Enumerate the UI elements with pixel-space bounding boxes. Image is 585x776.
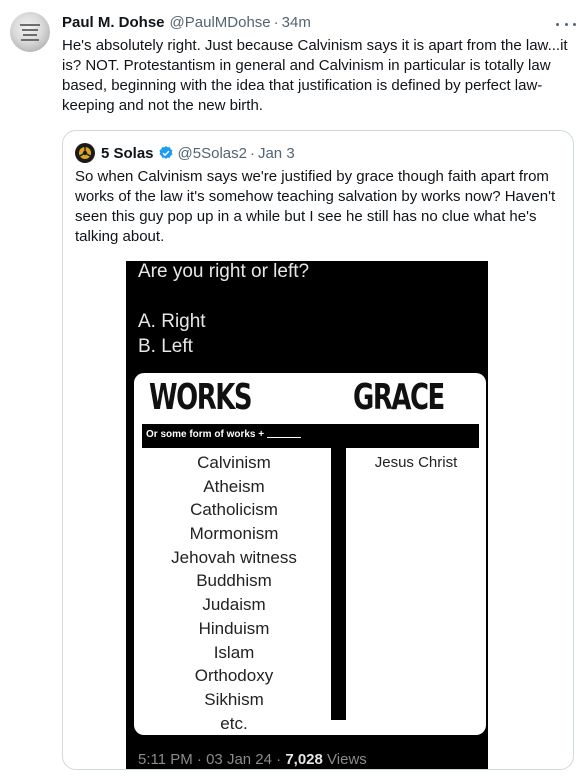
list-item: Judaism: [202, 595, 266, 615]
grace-title: GRACE: [353, 377, 445, 418]
list-item: Jehovah witness: [171, 547, 297, 567]
t-chart-stem: [331, 448, 346, 720]
media-question: Are you right or left?: [138, 261, 310, 282]
author-name[interactable]: Paul M. Dohse: [62, 14, 165, 31]
media-option-a: A. Right: [138, 311, 206, 332]
views-count: 7,028: [285, 751, 323, 768]
list-item: Orthodoxy: [194, 666, 274, 686]
tweet-timestamp[interactable]: 34m: [282, 14, 311, 31]
quoted-author-avatar[interactable]: [75, 143, 95, 163]
avatar-text-mark: [22, 29, 38, 31]
subtitle-blank-line: [267, 437, 302, 438]
views-label: Views: [327, 751, 367, 768]
media-time: 5:11 PM: [138, 751, 193, 768]
author-avatar[interactable]: [10, 12, 50, 52]
more-horizontal-icon[interactable]: [556, 16, 576, 32]
quoted-tweet-header: 5 Solas @5Solas2 · Jan 3: [75, 143, 295, 163]
list-item: Jesus Christ: [374, 454, 458, 471]
separator: ·: [249, 144, 255, 162]
list-item: Buddhism: [196, 571, 272, 591]
separator: ·: [276, 751, 282, 768]
tweet[interactable]: Paul M. Dohse @PaulMDohse · 34m He's abs…: [0, 0, 585, 776]
works-subtitle-text: Or some form of works +: [146, 429, 265, 440]
solas-logo-icon: [79, 147, 91, 159]
list-item: Sikhism: [204, 689, 264, 709]
list-item: Mormonism: [189, 524, 279, 544]
list-item: Hinduism: [198, 618, 270, 638]
avatar-text-mark: [20, 24, 40, 26]
list-item: Islam: [213, 642, 255, 662]
separator: ·: [273, 14, 279, 31]
quoted-tweet-date[interactable]: Jan 3: [258, 145, 295, 162]
verified-badge-icon: [159, 146, 172, 159]
quoted-author-name[interactable]: 5 Solas: [101, 145, 154, 162]
separator: ·: [196, 751, 202, 768]
quoted-tweet-media[interactable]: Are you right or left? A. Right B. Left …: [126, 261, 488, 769]
works-title: WORKS: [149, 377, 253, 418]
grace-list: Jesus Christ: [356, 451, 476, 475]
list-item: Calvinism: [197, 453, 271, 472]
quoted-tweet[interactable]: 5 Solas @5Solas2 · Jan 3 So when Calvini…: [62, 130, 574, 770]
works-grace-card: WORKS GRACE Or some form of works + Calv…: [134, 373, 486, 735]
quoted-tweet-text: So when Calvinism says we're justified b…: [75, 168, 556, 245]
avatar-text-mark: [23, 34, 37, 36]
author-handle[interactable]: @PaulMDohse: [170, 14, 271, 31]
tweet-text: He's absolutely right. Just because Calv…: [62, 37, 568, 114]
quoted-author-handle[interactable]: @5Solas2: [178, 145, 247, 162]
avatar-text-mark: [21, 39, 39, 41]
media-footer: 5:11 PM · 03 Jan 24 · 7,028 Views: [138, 751, 367, 768]
works-list: Calvinism Atheism Catholicism Mormonism …: [144, 451, 324, 735]
works-subtitle: Or some form of works +: [146, 429, 302, 440]
list-item: Catholicism: [190, 500, 278, 520]
list-item: Atheism: [203, 476, 265, 496]
tweet-header: Paul M. Dohse @PaulMDohse · 34m: [62, 14, 311, 34]
list-item: etc.: [220, 713, 248, 733]
media-option-b: B. Left: [138, 336, 193, 357]
media-date: 03 Jan 24: [206, 751, 272, 768]
